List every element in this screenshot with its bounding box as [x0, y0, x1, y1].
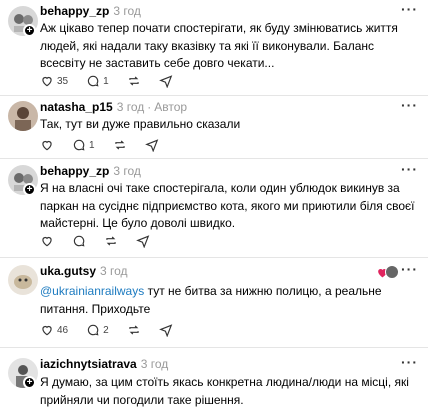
reply-button[interactable]	[72, 234, 86, 248]
share-icon	[158, 74, 173, 88]
reply-count: 1	[103, 75, 109, 87]
more-icon[interactable]: ···	[401, 1, 418, 17]
more-icon[interactable]: ···	[401, 161, 418, 177]
repost-icon	[127, 323, 141, 337]
comment: + behappy_zp 3 год ··· Аж цікаво тепер по…	[0, 0, 428, 95]
comment-text: Так, тут ви дуже правильно сказали	[40, 117, 241, 131]
share-button[interactable]	[144, 138, 159, 152]
like-button[interactable]	[40, 234, 54, 248]
like-count: 46	[57, 324, 69, 336]
share-icon	[158, 323, 173, 337]
separator: ·	[147, 100, 152, 114]
repost-button[interactable]	[127, 74, 141, 88]
username[interactable]: natasha_p15	[40, 100, 113, 114]
heart-icon	[40, 138, 54, 152]
heart-icon	[40, 234, 54, 248]
repost-icon	[104, 234, 118, 248]
like-button[interactable]: 35	[40, 74, 68, 88]
timestamp: 3 год	[100, 264, 128, 278]
reply-count: 2	[103, 324, 109, 336]
comment: + iazichnytsiatrava 3 год ··· Я думаю, за…	[0, 348, 428, 409]
share-button[interactable]	[136, 234, 150, 248]
follow-plus-icon[interactable]: +	[23, 376, 36, 389]
more-icon[interactable]: ···	[401, 97, 418, 113]
share-icon	[136, 234, 150, 248]
author-badge: Автор	[154, 100, 188, 114]
reaction-avatar	[385, 265, 399, 279]
username[interactable]: iazichnytsiatrava	[40, 357, 137, 371]
comment-actions: 35 1	[40, 73, 191, 89]
comment-icon	[86, 74, 100, 88]
comment-actions: 1	[40, 137, 177, 153]
reply-count: 1	[89, 139, 95, 151]
like-count: 35	[57, 75, 69, 87]
heart-icon	[40, 74, 54, 88]
comment: uka.gutsy 3 год ··· @ukrainianrailways ту…	[0, 258, 428, 347]
timestamp: 3 год	[116, 100, 145, 114]
comment-actions: 46 2	[40, 322, 191, 338]
comment: + behappy_zp 3 год ··· Я на власні очі та…	[0, 159, 428, 257]
comments-feed: + behappy_zp 3 год ··· Аж цікаво тепер по…	[0, 0, 428, 409]
comment-text: Я думаю, за цим стоїть якась конкретна л…	[40, 375, 409, 407]
like-button[interactable]: 46	[40, 323, 68, 337]
reply-button[interactable]: 1	[72, 138, 95, 152]
more-icon[interactable]: ···	[401, 354, 418, 370]
follow-plus-icon[interactable]: +	[23, 24, 36, 37]
comment-text: Аж цікаво тепер почати спостерігати, як …	[40, 21, 398, 70]
reply-button[interactable]: 2	[86, 323, 109, 337]
follow-plus-icon[interactable]: +	[23, 183, 36, 196]
comment-icon	[72, 234, 86, 248]
like-button[interactable]	[40, 138, 54, 152]
comment-header: behappy_zp 3 год	[40, 4, 141, 18]
comment-header: behappy_zp 3 год	[40, 164, 141, 178]
comment: natasha_p15 3 год · Автор ··· Так, тут ви д…	[0, 96, 428, 158]
mention-link[interactable]: @ukrainianrailways	[40, 284, 144, 298]
username[interactable]: behappy_zp	[40, 4, 109, 18]
comment-icon	[72, 138, 86, 152]
comment-text: @ukrainianrailways тут не битва за нижню…	[40, 283, 420, 318]
reply-button[interactable]: 1	[86, 74, 109, 88]
share-button[interactable]	[158, 323, 173, 337]
avatar[interactable]	[8, 101, 38, 131]
avatar[interactable]	[8, 265, 38, 295]
comment-text: Я на власні очі таке спостерігала, коли …	[40, 181, 415, 230]
comment-header: uka.gutsy 3 год	[40, 264, 128, 278]
repost-icon	[113, 138, 127, 152]
share-button[interactable]	[158, 74, 173, 88]
timestamp: 3 год	[113, 164, 141, 178]
username[interactable]: behappy_zp	[40, 164, 109, 178]
comment-icon	[86, 323, 100, 337]
comment-actions	[40, 233, 168, 249]
timestamp: 3 год	[113, 4, 141, 18]
repost-button[interactable]	[113, 138, 127, 152]
timestamp: 3 год	[140, 357, 169, 371]
repost-button[interactable]	[127, 323, 141, 337]
heart-icon	[40, 323, 54, 337]
share-icon	[144, 138, 159, 152]
comment-header: natasha_p15 3 год · Автор	[40, 100, 187, 114]
comment-header: iazichnytsiatrava 3 год	[40, 357, 168, 371]
repost-icon	[127, 74, 141, 88]
repost-button[interactable]	[104, 234, 118, 248]
more-icon[interactable]: ···	[401, 261, 418, 277]
username[interactable]: uka.gutsy	[40, 264, 96, 278]
